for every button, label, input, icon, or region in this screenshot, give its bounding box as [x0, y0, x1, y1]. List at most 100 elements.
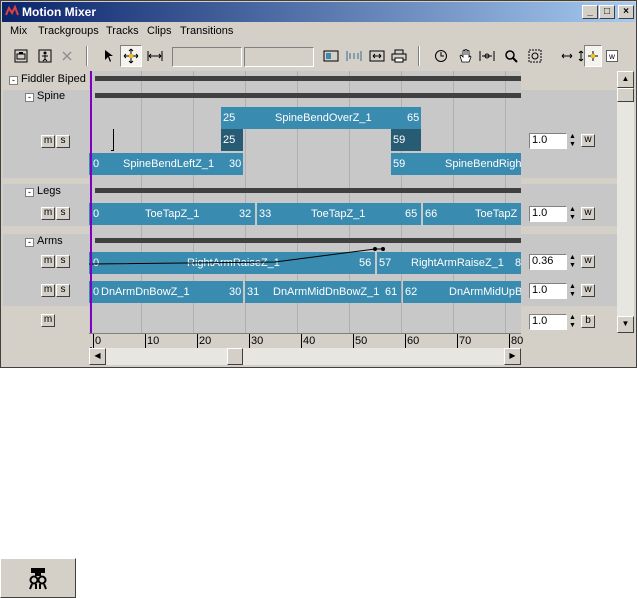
add-trackgroup-button[interactable]	[34, 45, 56, 67]
arms-bow-solo-button[interactable]: s	[56, 284, 70, 297]
ruler-tick	[353, 334, 354, 348]
motion-mixer-launch-button[interactable]	[0, 558, 76, 598]
horizontal-scroll-thumb[interactable]	[227, 348, 243, 365]
pan-button[interactable]	[454, 45, 476, 67]
scroll-left-button[interactable]: ◀	[89, 348, 106, 365]
master-b-button[interactable]: b	[581, 315, 595, 328]
horizontal-scrollbar[interactable]: ◀ ▶	[89, 348, 521, 365]
arms-bow-weight-button[interactable]: w	[581, 284, 595, 297]
weight-view-button[interactable]: w	[604, 45, 620, 67]
arms-raise-solo-button[interactable]: s	[56, 255, 70, 268]
clip-spine-bend-over[interactable]: 25 SpineBendOverZ_1 65	[221, 107, 421, 129]
spine-solo-button[interactable]: s	[56, 135, 70, 148]
trackgroup-filter-button[interactable]	[10, 45, 32, 67]
ruler-tick	[457, 334, 458, 348]
zoom-extents-button[interactable]	[476, 45, 498, 67]
ruler-tick	[197, 334, 198, 348]
clip-toe-tap-1[interactable]: 0 ToeTapZ_1 32	[89, 203, 255, 225]
menu-trackgroups[interactable]: Trackgroups	[38, 25, 99, 37]
scroll-right-button[interactable]: ▶	[504, 348, 521, 365]
arms-bow-weight-spinner[interactable]: ▲ ▼	[568, 283, 577, 299]
clip-dn-arm-mid-up-bow[interactable]: 62 DnArmMidUpBo	[403, 281, 521, 303]
maximize-button[interactable]: □	[599, 5, 615, 19]
clip-name: SpineBendLeftZ_1	[123, 158, 215, 170]
clip-spine-bend-left[interactable]: 0 SpineBendLeftZ_1 30	[89, 153, 243, 175]
preferences-button[interactable]	[388, 45, 410, 67]
timeline-area[interactable]: 25 SpineBendOverZ_1 65 25 59 0 SpineBend…	[89, 71, 521, 333]
legs-solo-button[interactable]: s	[56, 207, 70, 220]
legs-weight-spinner[interactable]: ▲ ▼	[568, 206, 577, 222]
arms-raise-weight-spinner[interactable]: ▲ ▼	[568, 254, 577, 270]
move-view-button[interactable]	[584, 45, 602, 67]
time-ruler[interactable]: 0 10 20 30 40 50 60 70 80	[89, 333, 524, 348]
fit-range-button[interactable]	[366, 45, 388, 67]
collapse-legs-toggle[interactable]: -	[25, 188, 34, 197]
ruler-tick	[405, 334, 406, 348]
arms-raise-mute-button[interactable]: m	[41, 255, 55, 268]
collapse-arms-toggle[interactable]: -	[25, 238, 34, 247]
clip-toe-tap-3[interactable]: 66 ToeTapZ	[423, 203, 521, 225]
master-weight-spinner[interactable]: ▲ ▼	[568, 314, 577, 330]
zoom-button[interactable]	[500, 45, 522, 67]
delete-button[interactable]	[56, 45, 78, 67]
filter-icon	[14, 49, 28, 63]
minimize-button[interactable]: _	[582, 5, 598, 19]
zoom-region-button[interactable]	[524, 45, 546, 67]
clip-end: 65	[407, 112, 420, 124]
clip-start-field[interactable]	[172, 47, 242, 67]
menu-transitions[interactable]: Transitions	[180, 25, 233, 37]
ruler-label: 0	[95, 335, 102, 347]
time-button[interactable]	[430, 45, 452, 67]
clip-dn-arm-mid-dn-bow[interactable]: 31 DnArmMidDnBowZ_1 61	[245, 281, 401, 303]
clip-end: 30	[229, 286, 242, 298]
snap-icon	[346, 51, 362, 61]
weight-curve[interactable]	[89, 245, 521, 269]
clip-end-field[interactable]	[244, 47, 314, 67]
master-mute-button[interactable]: m	[41, 314, 55, 327]
transition-start: 59	[393, 134, 406, 146]
master-weight-field[interactable]: 1.0	[529, 314, 567, 330]
collapse-spine-toggle[interactable]: -	[25, 93, 34, 102]
title-bar[interactable]: Motion Mixer _ □ ×	[2, 2, 635, 22]
arms-raise-weight-field[interactable]: 0.36	[529, 254, 567, 270]
ruler-label: 80	[511, 335, 524, 347]
move-tool-button[interactable]	[120, 45, 142, 67]
legs-weight-field[interactable]: 1.0	[529, 206, 567, 222]
ruler-tick	[249, 334, 250, 348]
transition-spine-1[interactable]: 25	[221, 129, 243, 151]
svg-text:w: w	[608, 52, 615, 61]
clip-spine-bend-right[interactable]: 59 SpineBendRightZ	[391, 153, 521, 175]
spine-weight-field[interactable]: 1.0	[529, 133, 567, 149]
set-range-button[interactable]	[320, 45, 342, 67]
spine-weight-button[interactable]: w	[581, 134, 595, 147]
fit-icon	[369, 50, 385, 62]
arms-raise-weight-button[interactable]: w	[581, 255, 595, 268]
spine-weight-spinner[interactable]: ▲ ▼	[568, 133, 577, 149]
scroll-up-button[interactable]: ▲	[617, 71, 634, 88]
spine-mute-button[interactable]: m	[41, 135, 55, 148]
select-tool-button[interactable]	[98, 45, 120, 67]
legs-mute-button[interactable]: m	[41, 207, 55, 220]
clip-end: 30	[229, 158, 242, 170]
time-slider-playhead[interactable]	[90, 71, 92, 363]
menu-mix[interactable]: Mix	[10, 25, 27, 37]
legs-weight-button[interactable]: w	[581, 207, 595, 220]
snap-frames-button[interactable]	[343, 45, 365, 67]
menu-tracks[interactable]: Tracks	[106, 25, 139, 37]
close-button[interactable]: ×	[618, 5, 634, 19]
scroll-down-button[interactable]: ▼	[617, 316, 634, 333]
menu-clips[interactable]: Clips	[147, 25, 171, 37]
clip-start: 66	[425, 208, 438, 220]
vertical-scrollbar[interactable]: ▲ ▼	[617, 71, 634, 333]
vertical-scroll-thumb[interactable]	[617, 88, 634, 102]
scale-clip-button[interactable]	[144, 45, 166, 67]
clip-dn-arm-dn-bow[interactable]: 0 DnArmDnBowZ_1 30	[89, 281, 243, 303]
clip-start: 31	[247, 286, 260, 298]
transition-spine-2[interactable]: 59	[391, 129, 421, 151]
collapse-root-toggle[interactable]: -	[9, 76, 18, 85]
clip-start: 0	[93, 208, 100, 220]
clip-toe-tap-2[interactable]: 33 ToeTapZ_1 65	[257, 203, 421, 225]
arms-bow-mute-button[interactable]: m	[41, 284, 55, 297]
arms-bow-weight-field[interactable]: 1.0	[529, 283, 567, 299]
mixer-icon	[29, 568, 47, 590]
